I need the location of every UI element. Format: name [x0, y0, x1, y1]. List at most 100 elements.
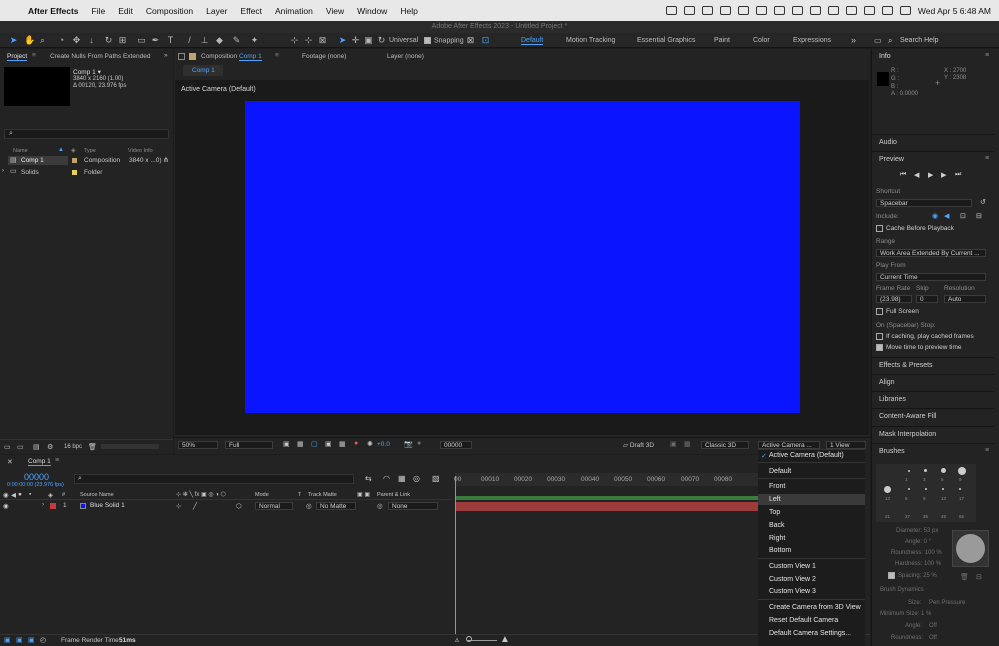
- search-help-field[interactable]: ▭ ⌕ Search Help: [870, 33, 999, 48]
- skip-select[interactable]: 0: [916, 295, 938, 303]
- frame-blending-icon[interactable]: ▦: [398, 474, 406, 483]
- effects-presets-panel[interactable]: Effects & Presets: [872, 357, 994, 374]
- time-ruler[interactable]: [455, 473, 758, 486]
- stop-cache-toggle[interactable]: If caching, play cached frames: [876, 333, 974, 340]
- video-switch-icon[interactable]: ◉: [3, 491, 9, 499]
- content-aware-fill-panel[interactable]: Content-Aware Fill: [872, 408, 994, 426]
- new-folder-icon[interactable]: ▭: [17, 443, 24, 451]
- parent-link-header[interactable]: Parent & Link: [377, 492, 410, 498]
- orbit-tool-icon[interactable]: ◔: [57, 36, 66, 45]
- ground-plane-icon[interactable]: ▦: [684, 440, 691, 448]
- menu-view[interactable]: View: [326, 6, 344, 16]
- rotation-tool-icon[interactable]: ↻: [104, 36, 113, 45]
- menu-left[interactable]: Left: [769, 496, 781, 503]
- cache-checkbox[interactable]: [876, 225, 883, 232]
- siri-icon[interactable]: [899, 6, 911, 15]
- search-icon[interactable]: [863, 6, 875, 15]
- eraser-tool-icon[interactable]: ◆: [215, 36, 224, 45]
- menu-top[interactable]: Top: [769, 509, 780, 516]
- universal-label[interactable]: Universal: [389, 37, 418, 44]
- rectangle-tool-icon[interactable]: ▭: [137, 36, 146, 45]
- mode-header[interactable]: Mode: [255, 492, 269, 498]
- snapping-checkbox[interactable]: [424, 37, 431, 44]
- wifi-icon[interactable]: [845, 6, 857, 15]
- mask-interpolation-title[interactable]: Mask Interpolation: [879, 431, 936, 438]
- flowchart-icon[interactable]: ⋔: [163, 156, 169, 164]
- tab-project[interactable]: Project: [7, 53, 28, 61]
- resolution-select[interactable]: Auto: [944, 295, 986, 303]
- timeline-menu-icon[interactable]: ≡: [55, 457, 59, 464]
- shy-layers-icon[interactable]: ◠: [383, 474, 390, 483]
- show-snapshot-icon[interactable]: ●: [417, 440, 421, 447]
- quality-switch-icon[interactable]: ╱: [193, 502, 197, 510]
- size-value[interactable]: Pen Pressure: [929, 600, 965, 606]
- workspace-color[interactable]: Color: [753, 37, 770, 44]
- sort-icon[interactable]: ▲: [58, 147, 64, 153]
- clock-icon[interactable]: [827, 6, 839, 15]
- align-panel[interactable]: Align: [872, 374, 994, 391]
- label-color[interactable]: [72, 170, 77, 175]
- work-area-bar[interactable]: [455, 496, 760, 500]
- label-color[interactable]: [72, 158, 77, 163]
- lock-switch-icon[interactable]: ▪: [29, 491, 31, 498]
- column-type[interactable]: Type: [84, 148, 96, 154]
- menu-camera-settings[interactable]: Default Camera Settings...: [769, 630, 851, 637]
- angle2-value[interactable]: Off: [929, 623, 937, 629]
- include-overlays-icon[interactable]: ⊡: [960, 212, 966, 220]
- track-matte-select[interactable]: No Matte: [316, 502, 356, 510]
- zoom-out-icon[interactable]: ▵: [455, 635, 459, 644]
- eye-icon[interactable]: ◉: [3, 502, 9, 510]
- clone-tool-icon[interactable]: ⊥: [200, 36, 209, 45]
- comp-subtab[interactable]: Comp 1: [183, 65, 223, 76]
- brush-tip[interactable]: [925, 488, 927, 490]
- lock-icon[interactable]: [178, 53, 185, 60]
- item-name[interactable]: Solids: [21, 169, 39, 176]
- puppet-tool-icon[interactable]: ✦: [250, 36, 259, 45]
- stop-cache-checkbox[interactable]: [876, 333, 883, 340]
- layer-label-color[interactable]: [50, 503, 56, 509]
- thumbnail-scrollbar[interactable]: [101, 444, 159, 449]
- delete-brush-icon[interactable]: 🗑: [960, 573, 969, 581]
- tab-footage[interactable]: Footage (none): [302, 53, 346, 60]
- video-icon[interactable]: [773, 6, 785, 15]
- list-item[interactable]: ▤ Comp 1: [8, 156, 68, 165]
- exposure-value[interactable]: +0.0: [377, 441, 390, 448]
- menu-active-camera[interactable]: Active Camera (Default): [769, 452, 844, 459]
- workspace-default[interactable]: Default: [521, 37, 544, 45]
- zoom-in-icon[interactable]: ▲: [500, 634, 510, 645]
- align-title[interactable]: Align: [879, 379, 895, 386]
- info-menu-icon[interactable]: ≡: [985, 52, 989, 59]
- menu-custom-view-2[interactable]: Custom View 2: [769, 576, 816, 583]
- close-tab-icon[interactable]: ✕: [7, 458, 13, 466]
- mask-visibility-icon[interactable]: ▢: [311, 440, 318, 448]
- mask-interpolation-panel[interactable]: Mask Interpolation: [872, 426, 994, 443]
- new-brush-icon[interactable]: ⊟: [976, 573, 982, 581]
- dropbox-icon[interactable]: [719, 6, 731, 15]
- menu-window[interactable]: Window: [357, 6, 387, 16]
- label-header-icon[interactable]: ◈: [48, 491, 53, 499]
- app-menu[interactable]: After Effects: [28, 6, 79, 16]
- libraries-title[interactable]: Libraries: [879, 396, 906, 403]
- 3d-select-icon[interactable]: ➤: [338, 36, 347, 45]
- menu-edit[interactable]: Edit: [118, 6, 133, 16]
- color-management-icon[interactable]: ✺: [367, 440, 373, 448]
- fullscreen-checkbox[interactable]: [876, 308, 883, 315]
- menu-custom-view-3[interactable]: Custom View 3: [769, 588, 816, 595]
- brush-tip[interactable]: [908, 488, 910, 490]
- world-axis-icon[interactable]: ⊹: [304, 36, 313, 45]
- switches-header-icons[interactable]: ⊹ ✻ ╲ fx ▣ ◎ ◑ ⬡: [176, 491, 226, 498]
- new-comp-icon[interactable]: ▤: [33, 443, 40, 451]
- current-frame-field[interactable]: 00000: [440, 441, 472, 449]
- include-video-icon[interactable]: ◉: [932, 212, 938, 220]
- audio-title[interactable]: Audio: [879, 139, 897, 146]
- prev-frame-icon[interactable]: ◀: [914, 171, 919, 179]
- transfer-controls-icon[interactable]: ▣: [16, 636, 23, 644]
- parent-pickwhip-icon[interactable]: ◎: [377, 502, 383, 510]
- brush-tip[interactable]: [884, 486, 891, 493]
- menu-front[interactable]: Front: [769, 483, 785, 490]
- view-layout-select[interactable]: 1 View: [826, 441, 866, 449]
- menu-back[interactable]: Back: [769, 522, 785, 529]
- project-panel-menu-icon[interactable]: ≡: [32, 52, 36, 59]
- motion-blur-icon[interactable]: ◎: [413, 474, 420, 483]
- first-frame-icon[interactable]: ⏮: [900, 171, 906, 179]
